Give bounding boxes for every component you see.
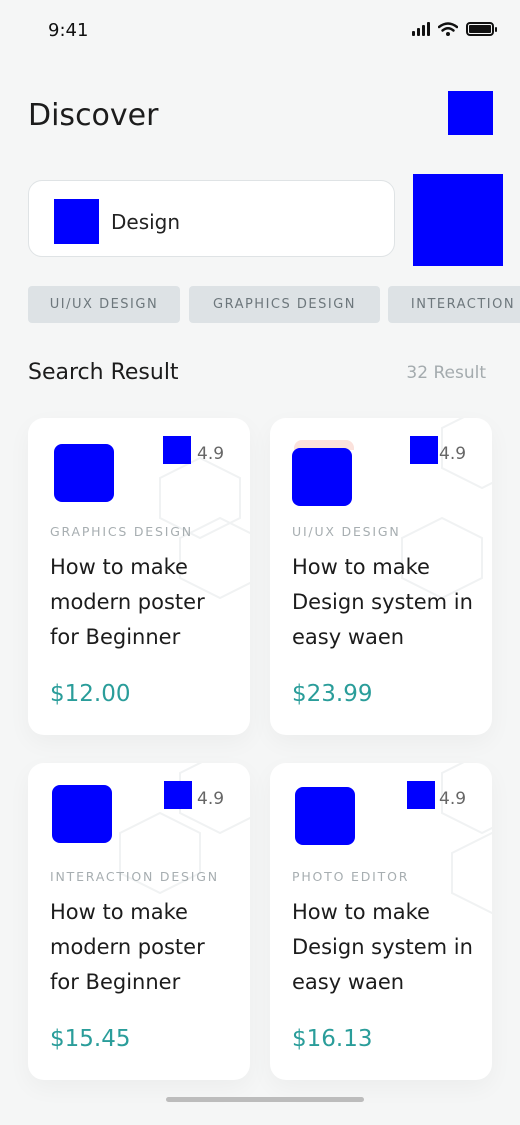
course-thumbnail xyxy=(54,444,114,502)
card-price: $12.00 xyxy=(50,681,131,707)
section-title: Search Result xyxy=(28,360,179,385)
course-thumbnail xyxy=(52,785,112,843)
signal-icon xyxy=(412,22,430,36)
course-card[interactable]: 4.9 GRAPHICS DESIGN How to make modern p… xyxy=(28,418,250,735)
chip-uiux-design[interactable]: UI/UX DESIGN xyxy=(28,286,180,323)
card-title: How to make modern poster for Beginner xyxy=(50,900,205,994)
chip-graphics-design[interactable]: GRAPHICS DESIGN xyxy=(189,286,380,323)
search-icon xyxy=(54,199,99,244)
course-thumbnail xyxy=(292,448,352,506)
page-title: Discover xyxy=(28,98,159,133)
star-icon xyxy=(407,781,435,809)
status-bar: 9:41 xyxy=(0,0,520,60)
card-category: UI/UX DESIGN xyxy=(292,524,401,539)
star-icon xyxy=(163,436,191,464)
category-chips: UI/UX DESIGN GRAPHICS DESIGN INTERACTION xyxy=(28,286,520,323)
chip-interaction[interactable]: INTERACTION xyxy=(388,286,520,323)
result-count: 32 Result xyxy=(406,363,486,383)
battery-icon xyxy=(466,22,497,36)
course-card[interactable]: 4.9 PHOTO EDITOR How to make Design syst… xyxy=(270,763,492,1080)
wifi-icon xyxy=(438,22,458,36)
card-rating: 4.9 xyxy=(197,789,225,809)
card-price: $16.13 xyxy=(292,1026,373,1052)
card-rating: 4.9 xyxy=(439,789,467,809)
status-time: 9:41 xyxy=(48,20,89,41)
card-title: How to make modern poster for Beginner xyxy=(50,555,205,649)
course-card[interactable]: 4.9 INTERACTION DESIGN How to make moder… xyxy=(28,763,250,1080)
notification-icon[interactable] xyxy=(448,91,493,135)
card-title: How to make Design system in easy waen xyxy=(292,555,473,649)
status-icons xyxy=(412,22,497,36)
card-rating: 4.9 xyxy=(439,444,467,464)
card-price: $23.99 xyxy=(292,681,373,707)
course-thumbnail xyxy=(295,787,355,845)
course-card[interactable]: 4.9 UI/UX DESIGN How to make Design syst… xyxy=(270,418,492,735)
card-price: $15.45 xyxy=(50,1026,131,1052)
card-category: PHOTO EDITOR xyxy=(292,869,410,884)
star-icon xyxy=(410,436,438,464)
card-category: INTERACTION DESIGN xyxy=(50,869,219,884)
star-icon xyxy=(164,781,192,809)
card-title: How to make Design system in easy waen xyxy=(292,900,473,994)
filter-button[interactable] xyxy=(413,174,503,266)
card-category: GRAPHICS DESIGN xyxy=(50,524,193,539)
search-box[interactable] xyxy=(28,180,395,257)
home-indicator[interactable] xyxy=(166,1097,364,1102)
search-input[interactable] xyxy=(111,199,381,244)
card-rating: 4.9 xyxy=(197,444,225,464)
